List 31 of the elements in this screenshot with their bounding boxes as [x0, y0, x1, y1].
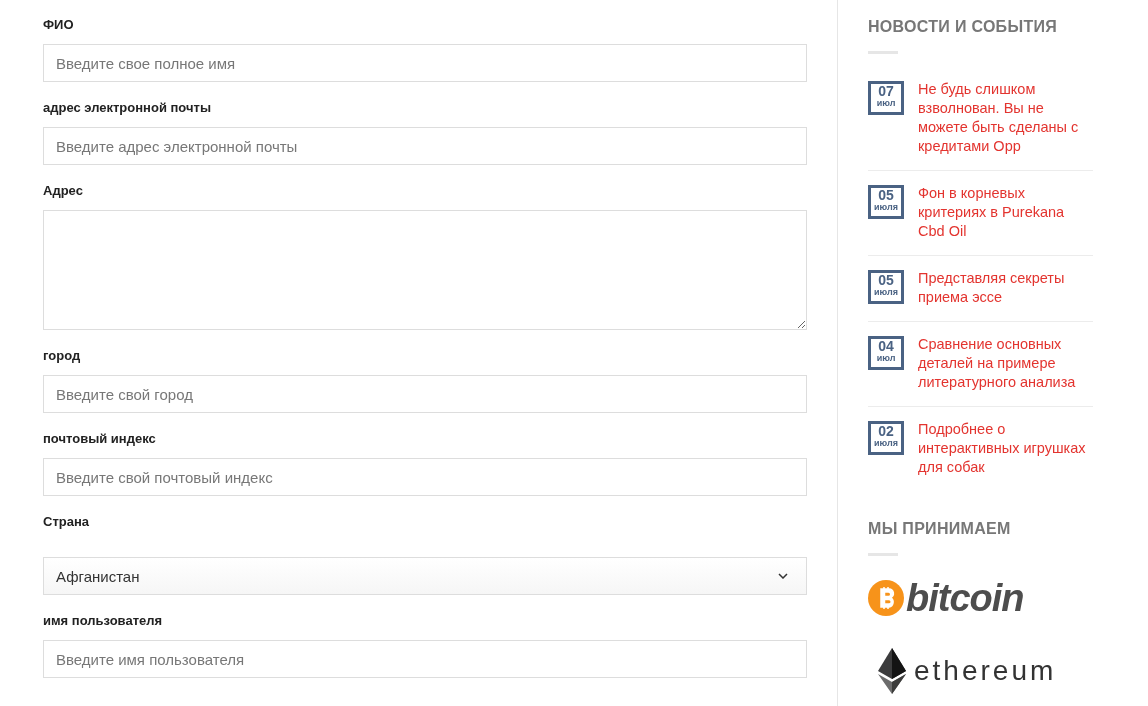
news-link[interactable]: Сравнение основных деталей на примере литературного анализа	[918, 335, 1090, 392]
date-badge: 07 июл	[868, 81, 904, 115]
field-label: город	[43, 348, 82, 364]
news-link[interactable]: Представляя секреты приема эссе	[918, 269, 1090, 307]
input-field[interactable]: Введите свое полное имя	[43, 44, 807, 82]
chevron-down-icon	[778, 573, 788, 579]
input-field[interactable]: Введите свой город	[43, 375, 807, 413]
country-select[interactable]: Афганистан	[43, 557, 807, 595]
text-area[interactable]	[43, 210, 807, 330]
date-badge: 05 июля	[868, 185, 904, 219]
logo-text: ethereum	[914, 655, 1057, 687]
field-label: Страна	[43, 514, 90, 530]
input-field[interactable]: Введите свой почтовый индекс	[43, 458, 807, 496]
field-label: адрес электронной почты	[43, 100, 212, 116]
section-title: МЫ ПРИНИМАЕМ	[868, 519, 1012, 539]
field-label: ФИО	[43, 17, 75, 33]
date-badge: 04 июл	[868, 336, 904, 370]
logo-text: bitcoin	[906, 578, 1024, 618]
coin-icon	[868, 580, 904, 616]
field-label: почтовый индекс	[43, 431, 157, 447]
input-field[interactable]: Введите имя пользователя	[43, 640, 807, 678]
section-title: НОВОСТИ И СОБЫТИЯ	[868, 17, 1059, 37]
news-link[interactable]: Фон в корневых критериях в Purekana Cbd Oil	[918, 184, 1090, 241]
date-badge: 02 июля	[868, 421, 904, 455]
news-link[interactable]: Подробнее о интерактивных игрушках для собак	[918, 420, 1090, 477]
field-label: имя пользователя	[43, 613, 164, 629]
input-field[interactable]: Введите адрес электронной почты	[43, 127, 807, 165]
diamond-icon	[878, 648, 906, 694]
date-badge: 05 июля	[868, 270, 904, 304]
news-link[interactable]: Не будь слишком взволнован. Вы не можете быть сделаны с кредитами Opp	[918, 80, 1090, 156]
field-label: Адрес	[43, 183, 84, 199]
